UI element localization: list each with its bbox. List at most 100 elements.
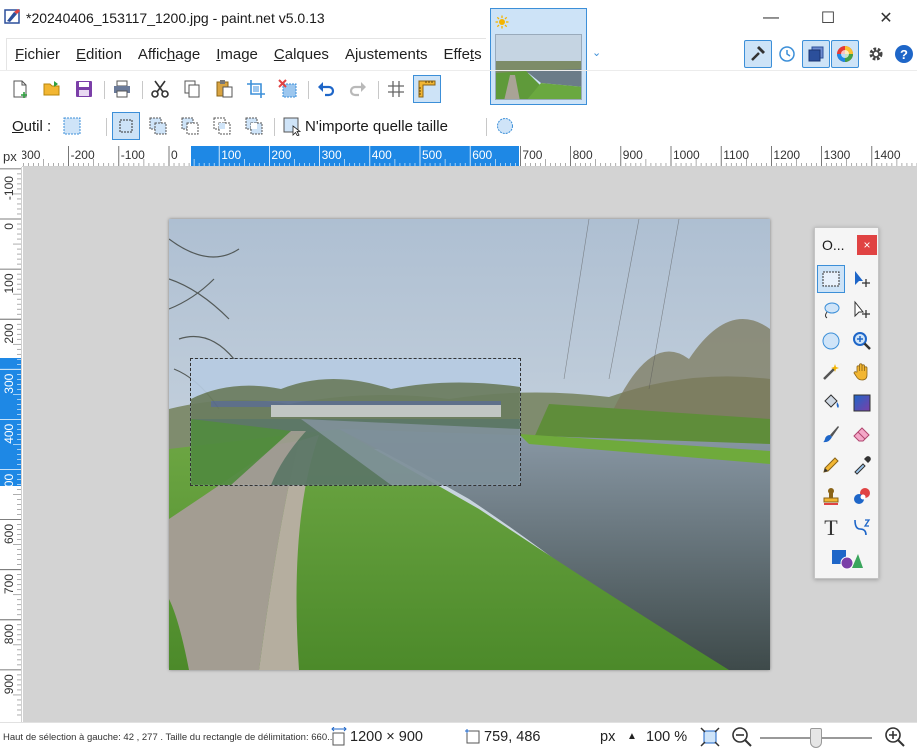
copy-icon [184, 80, 200, 98]
menu-adjustments[interactable]: Ajustements [337, 46, 436, 63]
zoom-slider-thumb[interactable] [810, 728, 822, 748]
ruler-h-label: 800 [573, 148, 593, 162]
tool-paintbrush[interactable] [817, 420, 845, 448]
history-window-toggle[interactable] [773, 40, 801, 68]
tool-line-curve[interactable] [848, 513, 876, 541]
selection-size-mode-value[interactable]: N'importe quelle taille [305, 118, 448, 135]
colors-window-toggle[interactable] [831, 40, 859, 68]
status-bar: Haut de sélection à gauche: 42 , 277 . T… [0, 722, 917, 750]
crop-icon [247, 80, 265, 98]
menu-image[interactable]: Image [208, 46, 266, 63]
tool-shapes[interactable] [829, 546, 865, 574]
deselect-icon [278, 79, 297, 98]
ruler-h-label: 100 [221, 148, 241, 162]
menu-layers[interactable]: Calques [266, 46, 337, 63]
selection-intersect-icon [213, 117, 231, 135]
open-button[interactable] [38, 75, 66, 103]
tool-text[interactable]: T [817, 513, 845, 541]
ruler-v-label: 100 [2, 273, 16, 293]
vertical-ruler[interactable]: -100 0 100 200 300 400 500 600 700 800 900 [0, 167, 22, 722]
units-selector[interactable]: px [600, 729, 615, 745]
tools-window[interactable]: O... × T [814, 227, 879, 579]
unsaved-star-icon [495, 15, 509, 29]
selection-mode-replace[interactable] [112, 112, 140, 140]
selection-mode-xor[interactable] [240, 112, 268, 140]
toggle-grid-button[interactable] [382, 75, 410, 103]
ruler-h-label: 500 [422, 148, 442, 162]
zoom-level-value[interactable]: 100 % [646, 729, 687, 745]
history-clock-icon [779, 46, 795, 62]
selection-mode-union[interactable] [144, 112, 172, 140]
tool-zoom[interactable] [848, 327, 876, 355]
tool-pencil[interactable] [817, 451, 845, 479]
close-button[interactable]: ✕ [863, 0, 909, 36]
selection-marquee[interactable] [190, 358, 521, 486]
settings-button[interactable] [862, 40, 890, 68]
ruler-h-label: 900 [623, 148, 643, 162]
selection-exclude-icon [181, 117, 199, 135]
tool-lasso-select[interactable] [817, 296, 845, 324]
tool-rectangle-select[interactable] [817, 265, 845, 293]
thumbnail-list-chevron-icon[interactable]: ⌄ [592, 46, 606, 60]
tool-recolor[interactable] [848, 482, 876, 510]
tool-ellipse-select[interactable] [817, 327, 845, 355]
selection-size-mode-button[interactable] [278, 112, 306, 140]
help-button[interactable]: ? [890, 40, 917, 68]
ruler-h-label: 1400 [874, 148, 901, 162]
selection-mode-exclude[interactable] [176, 112, 204, 140]
menu-edit[interactable]: Edition [68, 46, 130, 63]
tool-eraser[interactable] [848, 420, 876, 448]
ruler-v-label: 400 [2, 423, 16, 443]
tool-magic-wand[interactable] [817, 358, 845, 386]
tools-window-close-button[interactable]: × [857, 235, 877, 255]
ruler-h-label: 1200 [773, 148, 800, 162]
window-title: *20240406_153117_1200.jpg - paint.net v5… [26, 10, 325, 26]
tool-paint-bucket[interactable] [817, 389, 845, 417]
selection-mode-intersect[interactable] [208, 112, 236, 140]
redo-button[interactable] [344, 75, 372, 103]
new-image-button[interactable] [6, 75, 34, 103]
maximize-button[interactable]: ☐ [805, 0, 851, 36]
paste-button[interactable] [210, 75, 238, 103]
tool-clone-stamp[interactable] [817, 482, 845, 510]
cut-button[interactable] [146, 75, 174, 103]
magic-wand-icon [823, 364, 839, 380]
tools-window-toggle[interactable] [744, 40, 772, 68]
open-folder-icon [43, 81, 60, 96]
tool-pan[interactable] [848, 358, 876, 386]
horizontal-ruler[interactable]: 300 -200 -100 0 100 200 300 400 500 600 700 800 900 1… [22, 146, 917, 167]
antialiasing-button[interactable] [491, 112, 519, 140]
tool-gradient[interactable] [848, 389, 876, 417]
zoom-out-icon[interactable] [731, 726, 753, 748]
minimize-icon: — [763, 9, 779, 26]
copy-button[interactable] [178, 75, 206, 103]
menu-file[interactable]: Fichier [7, 46, 68, 63]
scissors-icon [151, 80, 169, 98]
print-button[interactable] [108, 75, 136, 103]
toggle-rulers-button[interactable] [413, 75, 441, 103]
menu-effects[interactable]: Effets [436, 46, 490, 63]
selection-size-icon [283, 117, 302, 136]
ruler-unit: px [3, 149, 17, 164]
zoom-in-icon[interactable] [884, 726, 906, 748]
paste-clipboard-icon [216, 80, 233, 98]
crop-to-selection-button[interactable] [242, 75, 270, 103]
tool-move-selected[interactable] [848, 265, 876, 293]
units-chevron-icon[interactable]: ▲ [627, 731, 637, 742]
ruler-icon [418, 80, 436, 98]
deselect-button[interactable] [274, 75, 302, 103]
tool-move-selection[interactable] [848, 296, 876, 324]
tool-picker-button[interactable] [58, 112, 86, 140]
menu-view[interactable]: Affichage [130, 46, 208, 63]
selection-replace-icon [119, 119, 133, 133]
zoom-to-window-icon[interactable] [699, 726, 721, 748]
tool-color-picker[interactable] [848, 451, 876, 479]
paintnet-app-icon[interactable] [4, 8, 22, 26]
ruler-h-label: 200 [271, 148, 291, 162]
ruler-v-label: 600 [2, 524, 16, 544]
undo-button[interactable] [312, 75, 340, 103]
save-button[interactable] [70, 75, 98, 103]
close-icon: × [863, 238, 871, 252]
minimize-button[interactable]: — [748, 0, 794, 36]
layers-window-toggle[interactable] [802, 40, 830, 68]
